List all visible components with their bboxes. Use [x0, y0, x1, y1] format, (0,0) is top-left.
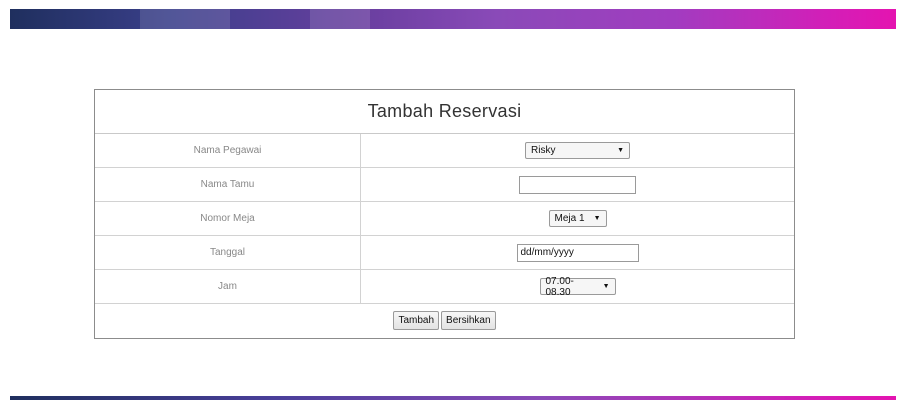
reservation-form: Tambah Reservasi Nama Pegawai Risky ▼ Na… [94, 89, 795, 339]
dropdown-arrow-icon: ▼ [593, 215, 601, 222]
label-jam: Jam [95, 270, 361, 303]
jam-select[interactable]: 07.00-08.30 ▼ [539, 275, 616, 298]
field-cell: dd/mm/yyyy [361, 236, 794, 269]
label-nama-pegawai: Nama Pegawai [95, 134, 361, 167]
nama-pegawai-select[interactable]: Risky ▼ [525, 142, 630, 159]
dropdown-arrow-icon: ▼ [602, 283, 610, 290]
form-title: Tambah Reservasi [95, 90, 794, 134]
field-cell: Meja 1 ▼ [361, 202, 794, 235]
banner-shade [310, 9, 370, 29]
label-nama-tamu: Nama Tamu [95, 168, 361, 201]
nama-tamu-input[interactable] [519, 175, 636, 194]
field-cell: 07.00-08.30 ▼ [361, 270, 794, 303]
banner-shade [140, 9, 230, 29]
tambah-button[interactable]: Tambah [393, 310, 440, 330]
dropdown-arrow-icon: ▼ [617, 147, 624, 154]
row-jam: Jam 07.00-08.30 ▼ [95, 270, 794, 304]
bottom-banner [10, 396, 896, 400]
field-cell [361, 168, 794, 201]
bersihkan-button[interactable]: Bersihkan [441, 310, 496, 330]
top-banner [10, 9, 896, 29]
nomor-meja-select[interactable]: Meja 1 ▼ [548, 210, 607, 227]
label-tanggal: Tanggal [95, 236, 361, 269]
select-value: Risky [531, 145, 556, 156]
row-tanggal: Tanggal dd/mm/yyyy [95, 236, 794, 270]
field-cell: Risky ▼ [361, 134, 794, 167]
row-nama-tamu: Nama Tamu [95, 168, 794, 202]
row-nomor-meja: Nomor Meja Meja 1 ▼ [95, 202, 794, 236]
label-nomor-meja: Nomor Meja [95, 202, 361, 235]
select-value: 07.00-08.30 [545, 275, 574, 298]
tanggal-date-input[interactable]: dd/mm/yyyy [516, 243, 639, 262]
form-actions: Tambah Bersihkan [95, 304, 794, 336]
select-value: Meja 1 [554, 213, 585, 224]
row-nama-pegawai: Nama Pegawai Risky ▼ [95, 134, 794, 168]
